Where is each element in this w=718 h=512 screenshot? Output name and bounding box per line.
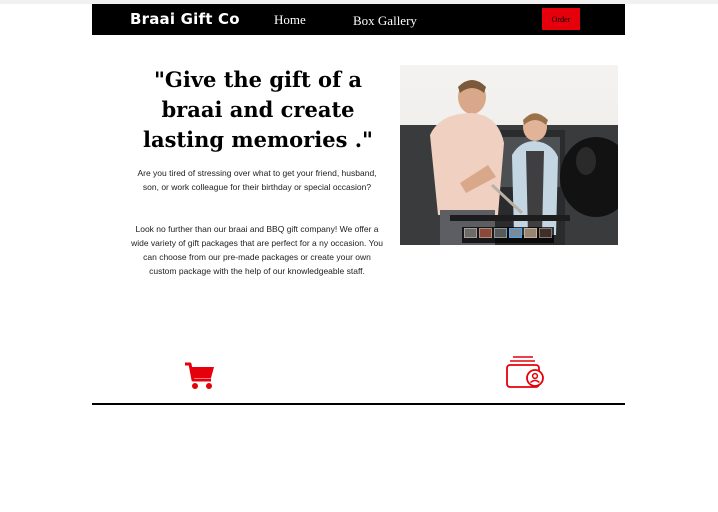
gallery-thumbnail[interactable] [524, 228, 537, 238]
hero-image-gallery[interactable] [400, 65, 618, 245]
nav-link-box-gallery[interactable]: Box Gallery [353, 13, 417, 29]
gallery-thumbnail[interactable] [464, 228, 477, 238]
section-divider [92, 403, 625, 405]
hero-paragraph-intro: Are you tired of stressing over what to … [137, 168, 377, 192]
brand-logo[interactable]: Braai Gift Co [130, 10, 240, 28]
gallery-thumbnail[interactable] [494, 228, 507, 238]
hero-paragraph-offer: Look no further than our braai and BBQ g… [131, 224, 383, 276]
order-button[interactable]: Order [542, 8, 580, 30]
gallery-thumbnail-selected[interactable] [509, 228, 522, 238]
hero-headline: "Give the gift of a braai and create las… [143, 67, 373, 152]
gallery-thumbnails [462, 227, 554, 243]
hero-photo [400, 65, 618, 245]
gallery-thumbnail[interactable] [539, 228, 552, 238]
gallery-thumbnail[interactable] [479, 228, 492, 238]
wallet-user-icon[interactable] [505, 354, 545, 389]
navbar: Braai Gift Co Home Box Gallery Order [92, 4, 625, 35]
shopping-cart-icon[interactable] [183, 361, 217, 391]
nav-link-home[interactable]: Home [274, 12, 306, 28]
